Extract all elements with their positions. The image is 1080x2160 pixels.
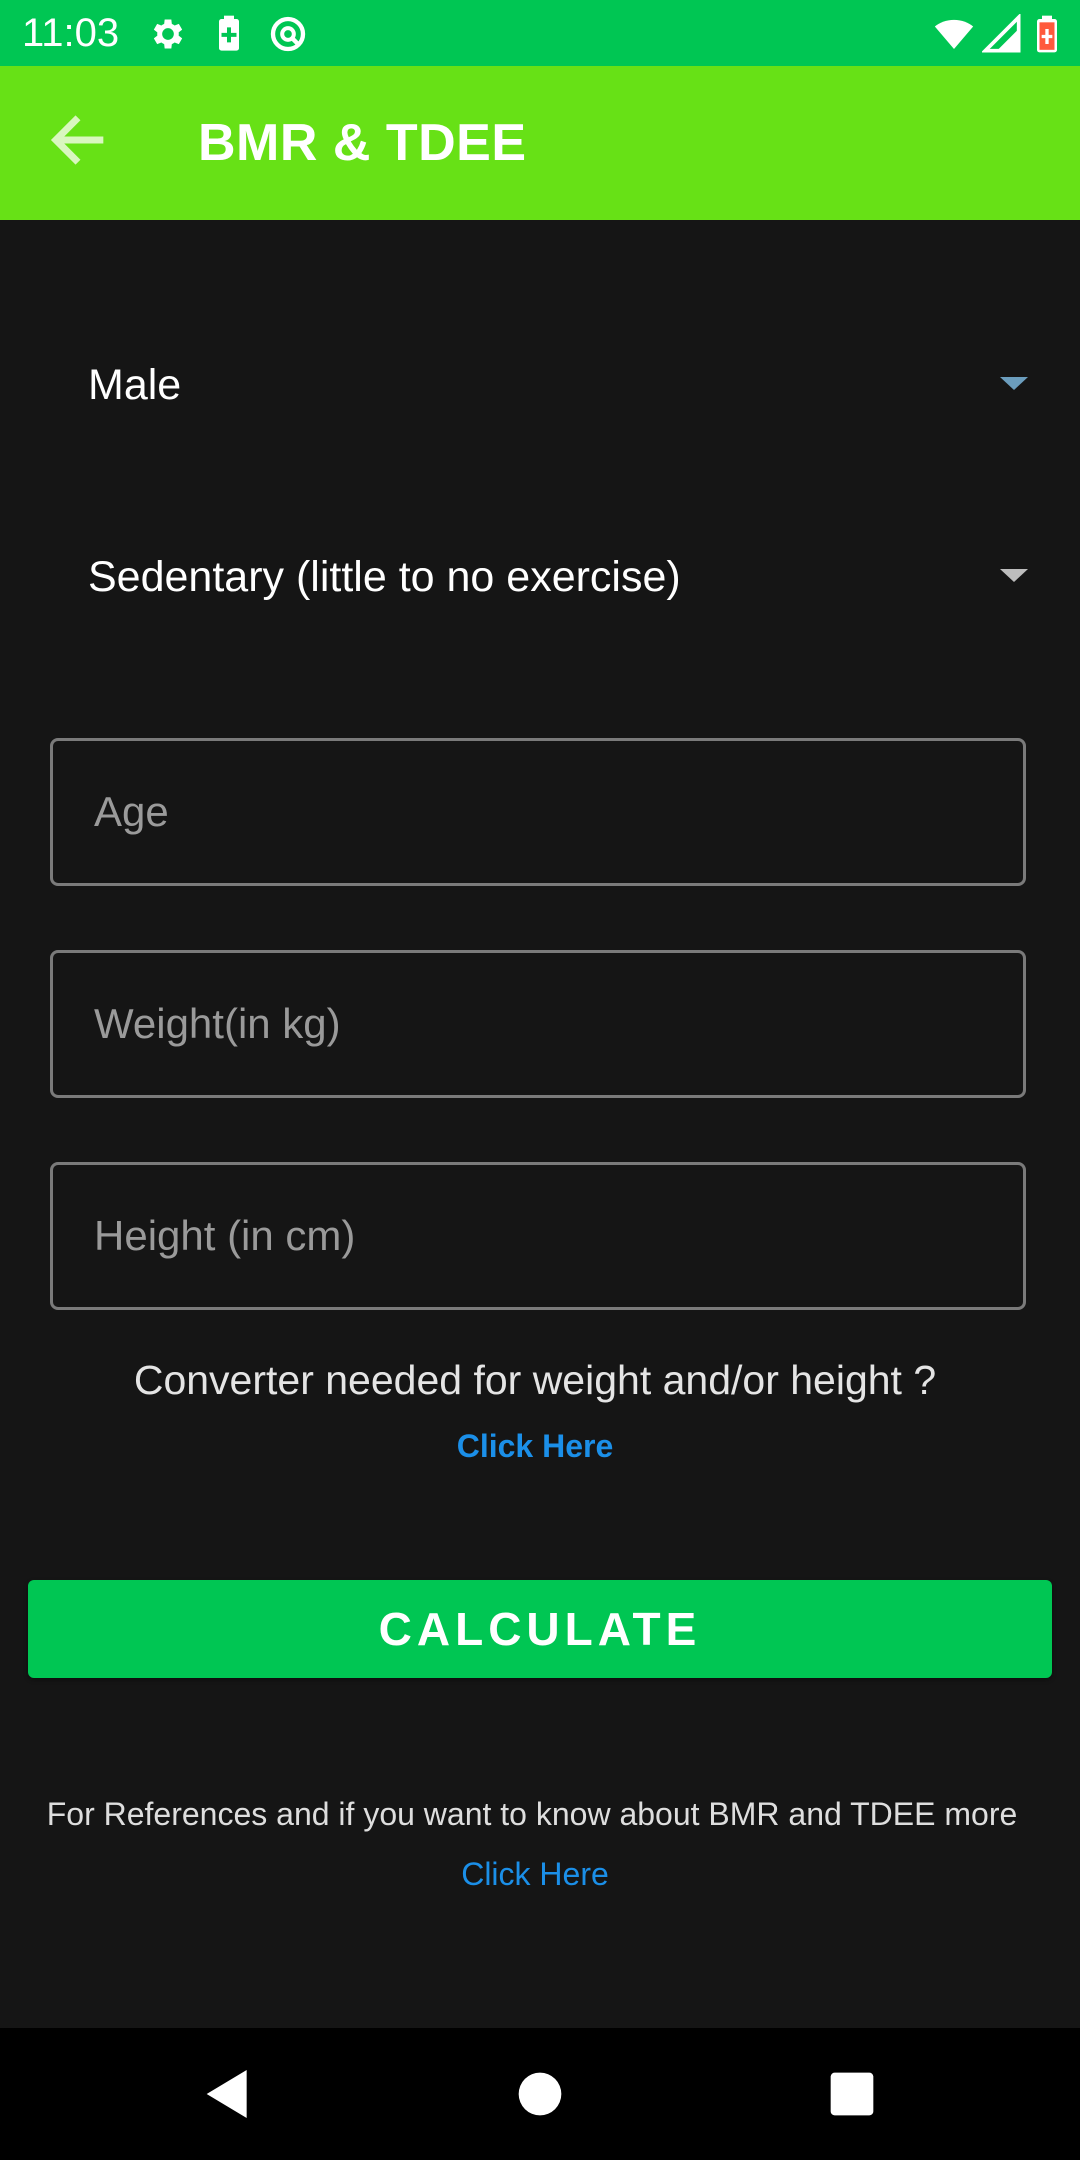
activity-level-dropdown[interactable]: Sedentary (little to no exercise) <box>88 532 1038 622</box>
home-circle-icon[interactable] <box>508 2062 572 2126</box>
signal-icon <box>982 14 1021 53</box>
vpn-icon <box>270 16 306 52</box>
page-title: BMR & TDEE <box>198 114 527 172</box>
chevron-down-icon <box>1000 377 1028 390</box>
chevron-down-icon <box>1000 569 1028 582</box>
navigation-bar <box>0 2028 1080 2160</box>
back-triangle-icon[interactable] <box>196 2062 260 2126</box>
activity-selected-value: Sedentary (little to no exercise) <box>88 553 681 601</box>
converter-prompt: Converter needed for weight and/or heigh… <box>133 1357 937 1403</box>
recents-square-icon[interactable] <box>820 2062 884 2126</box>
status-bar: 11:03 <box>0 0 1080 66</box>
gender-dropdown[interactable]: Male <box>88 340 1038 430</box>
weight-field <box>50 950 1026 1098</box>
age-input[interactable] <box>53 741 1023 883</box>
height-input[interactable] <box>53 1165 1023 1307</box>
weight-input[interactable] <box>53 953 1023 1095</box>
height-field <box>50 1162 1026 1310</box>
age-field <box>50 738 1026 886</box>
references-link[interactable]: Click Here <box>0 1850 1070 1898</box>
arrow-back-icon[interactable] <box>40 102 116 178</box>
app-bar: BMR & TDEE <box>0 66 1080 220</box>
status-time: 11:03 <box>22 11 120 55</box>
converter-link[interactable]: Click Here <box>0 1424 1070 1468</box>
wifi-icon <box>934 19 974 49</box>
settings-icon <box>153 19 183 49</box>
calculate-button[interactable]: CALCULATE <box>28 1580 1052 1678</box>
gender-selected-value: Male <box>88 361 182 409</box>
references-text: For References and if you want to know a… <box>46 1796 1018 1832</box>
battery-saver-icon <box>219 15 239 51</box>
battery-icon <box>1037 15 1057 53</box>
